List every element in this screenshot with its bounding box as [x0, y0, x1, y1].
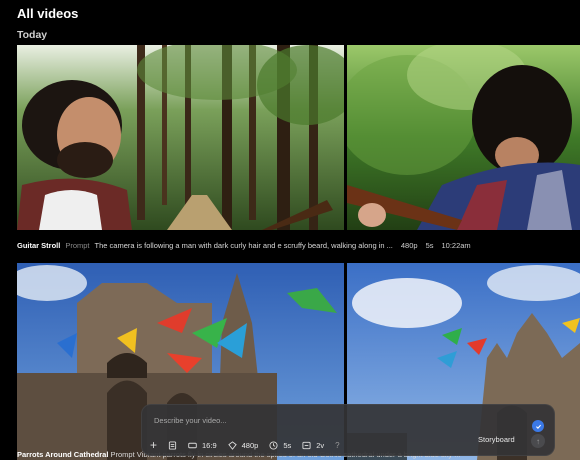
- clock-icon: [269, 440, 278, 450]
- aspect-ratio-icon: [188, 442, 197, 448]
- plus-icon[interactable]: +: [150, 439, 157, 451]
- resolution-icon: [227, 440, 237, 450]
- video-prompt: The camera is following a man with dark …: [94, 240, 393, 250]
- aspect-ratio-button[interactable]: 16:9: [188, 441, 217, 450]
- video-composer: Describe your video... + 16:9 480p 5s 2v…: [141, 404, 555, 456]
- section-label-today: Today: [17, 29, 48, 41]
- resolution-label: 480p: [241, 440, 259, 450]
- video-kind: Prompt: [110, 450, 135, 459]
- arrow-up-icon[interactable]: ↑: [531, 434, 545, 448]
- video-thumbnail-guitar-2[interactable]: [347, 45, 580, 230]
- help-icon[interactable]: ?: [335, 441, 339, 450]
- duration-label: 5s: [283, 440, 292, 450]
- variations-button[interactable]: 2v: [302, 441, 324, 450]
- video-kind: Prompt: [65, 240, 90, 250]
- aspect-ratio-label: 16:9: [202, 440, 217, 450]
- resolution-button[interactable]: 480p: [227, 440, 259, 450]
- variations-icon: [302, 441, 311, 449]
- preset-icon: [168, 440, 177, 450]
- video-thumbnail-guitar-1[interactable]: [17, 45, 344, 230]
- storyboard-button[interactable]: Storyboard: [478, 435, 515, 444]
- video-title[interactable]: Parrots Around Cathedral: [17, 450, 108, 459]
- composer-toolbar: + 16:9 480p 5s 2v ?: [150, 437, 340, 453]
- check-icon[interactable]: [532, 420, 544, 432]
- video-duration: 5s: [425, 240, 434, 250]
- variations-label: 2v: [316, 440, 325, 450]
- video-time: 10:22am: [441, 240, 471, 250]
- duration-button[interactable]: 5s: [269, 441, 291, 450]
- video-meta-row-1: Guitar Stroll Prompt The camera is follo…: [17, 239, 577, 251]
- prompt-input[interactable]: Describe your video...: [154, 416, 227, 425]
- page-title: All videos: [17, 6, 79, 21]
- video-title[interactable]: Guitar Stroll: [17, 241, 60, 250]
- video-resolution: 480p: [400, 240, 418, 250]
- preset-button[interactable]: [168, 440, 177, 450]
